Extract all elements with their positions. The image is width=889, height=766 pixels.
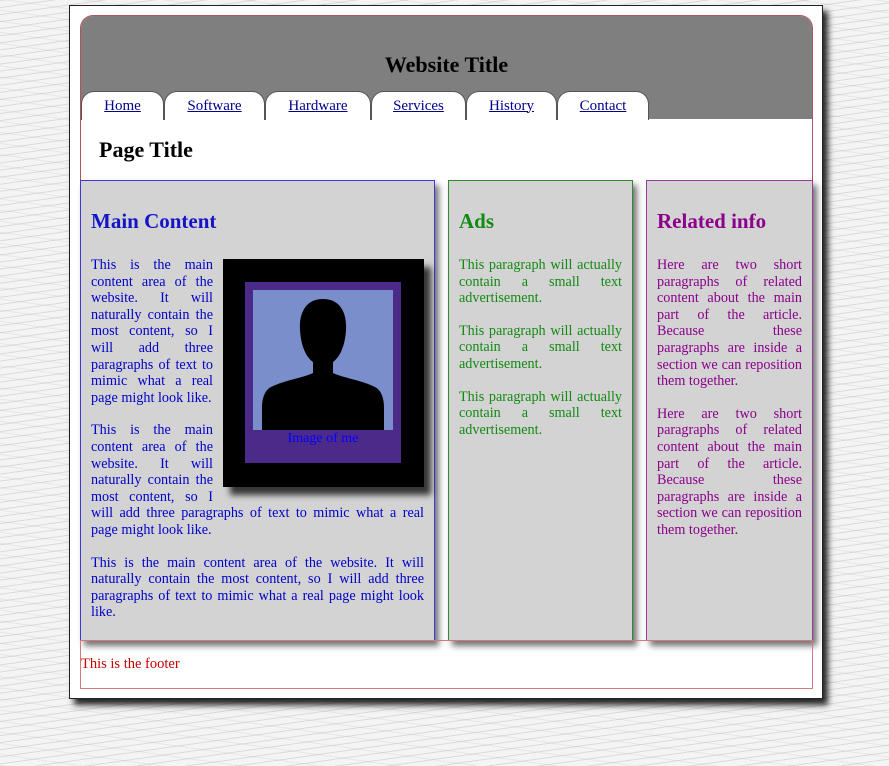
ad-paragraph: This paragraph will actually contain a s… (459, 257, 622, 307)
related-paragraph: Here are two short paragraphs of related… (657, 257, 802, 390)
related-info-section: Related info Here are two short paragrap… (646, 180, 813, 641)
related-info-body: Here are two short paragraphs of related… (657, 257, 802, 555)
tab-history[interactable]: History (466, 91, 557, 120)
site-header: Website Title Home Software Hardware Ser… (80, 15, 813, 180)
profile-image-caption: Image of me (287, 431, 359, 446)
tab-software[interactable]: Software (164, 91, 265, 120)
header-banner: Website Title Home Software Hardware Ser… (81, 16, 812, 120)
related-info-heading: Related info (657, 209, 767, 233)
page-title: Page Title (99, 137, 193, 162)
ad-paragraph: This paragraph will actually contain a s… (459, 322, 622, 372)
nav-tabs: Home Software Hardware Services History … (81, 91, 812, 120)
profile-image: Image of me (223, 259, 424, 487)
ad-paragraph: This paragraph will actually contain a s… (459, 388, 622, 438)
tab-home[interactable]: Home (81, 91, 164, 120)
person-silhouette-icon (253, 290, 393, 430)
page-container: Website Title Home Software Hardware Ser… (69, 5, 823, 699)
ads-heading: Ads (459, 209, 495, 233)
footer-text: This is the footer (81, 656, 180, 672)
ads-section: Ads This paragraph will actually contain… (448, 180, 633, 641)
related-paragraph: Here are two short paragraphs of related… (657, 405, 802, 538)
tab-services[interactable]: Services (371, 91, 466, 120)
main-content-heading: Main Content (91, 209, 217, 233)
site-footer: This is the footer (80, 640, 813, 689)
tab-contact[interactable]: Contact (557, 91, 649, 120)
main-content-body: Image of me This is the main content are… (91, 257, 424, 637)
main-paragraph: This is the main content area of the web… (91, 554, 424, 621)
profile-image-frame: Image of me (245, 282, 401, 463)
ads-body: This paragraph will actually contain a s… (459, 257, 622, 454)
site-title: Website Title (384, 52, 509, 77)
main-content-section: Main Content Image of me This is the mai… (80, 180, 435, 641)
tab-hardware[interactable]: Hardware (265, 91, 371, 120)
